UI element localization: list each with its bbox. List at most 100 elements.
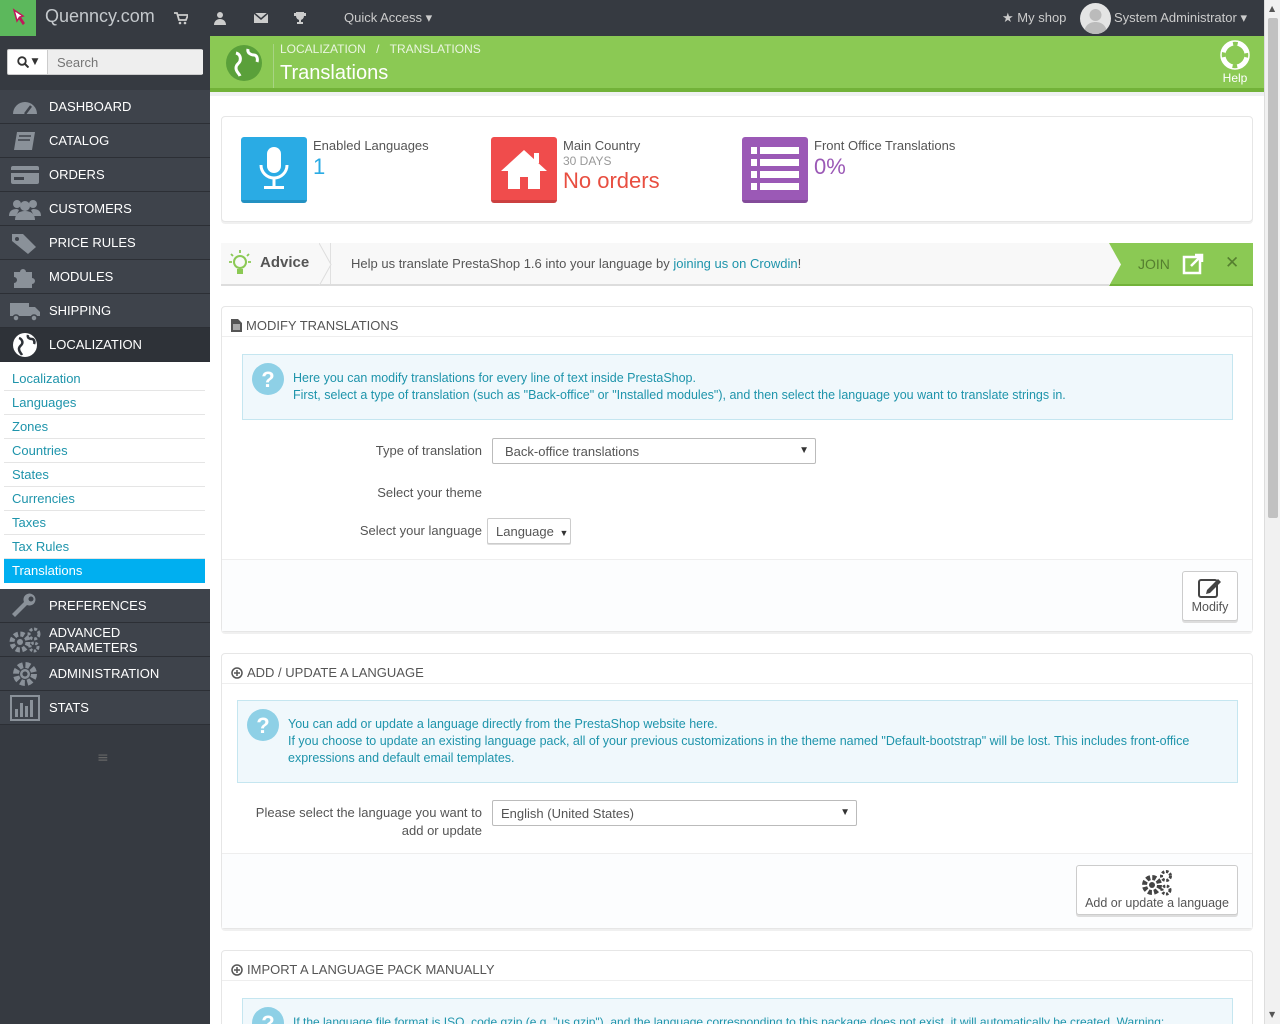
caret-down-icon: ▾ [425,10,433,25]
submenu-item-tax-rules[interactable]: Tax Rules [4,535,205,559]
scrollbar-thumb[interactable] [1268,18,1278,518]
my-shop-link[interactable]: ★ My shop [1002,10,1066,26]
add-update-language-button[interactable]: Add or update a language [1076,865,1238,915]
menu-item-price-rules[interactable]: PRICE RULES [0,226,210,260]
shop-name-link[interactable]: Quenncy.com [45,6,155,27]
globe-icon [0,328,49,362]
user-menu-dropdown[interactable]: System Administrator ▾ [1114,10,1247,26]
submenu-item-localization[interactable]: Localization [4,367,205,391]
advice-message: Help us translate PrestaShop 1.6 into yo… [351,256,801,271]
question-icon: ? [252,363,284,395]
info-alert: ? Here you can modify translations for e… [242,354,1233,420]
trophy-icon[interactable] [293,11,307,25]
info-text: You can add or update a language directl… [288,717,718,731]
menu-item-orders[interactable]: ORDERS [0,158,210,192]
menu-item-dashboard[interactable]: DASHBOARD [0,90,210,124]
join-button[interactable]: JOIN ✕ [1109,243,1253,286]
info-text: Here you can modify translations for eve… [293,371,696,385]
customer-icon[interactable] [213,11,227,25]
scroll-down-icon[interactable]: ▼ [1269,1010,1275,1019]
scroll-up-icon[interactable]: ▲ [1269,4,1275,13]
truck-icon [0,294,49,328]
quick-access-dropdown[interactable]: Quick Access ▾ [344,10,432,26]
avatar[interactable] [1080,3,1111,34]
plus-circle-icon [231,963,243,976]
question-icon: ? [247,709,279,741]
prestashop-logo-icon[interactable] [0,0,36,36]
menu-label: STATS [49,700,89,715]
menu-item-shipping[interactable]: SHIPPING [0,294,210,328]
menu-item-stats[interactable]: STATS [0,691,210,725]
envelope-icon[interactable] [253,11,269,25]
caret-down-icon: ▼ [799,445,809,456]
quick-access-label: Quick Access [344,10,423,25]
join-arrow [1109,243,1121,286]
breadcrumb: LOCALIZATION / TRANSLATIONS [280,42,481,56]
collapse-menu-icon[interactable]: ≡ [97,750,111,766]
panel-heading-text: ADD / UPDATE A LANGUAGE [247,665,424,680]
submenu-item-zones[interactable]: Zones [4,415,205,439]
localization-submenu: Localization Languages Zones Countries S… [0,362,210,589]
kpi-title: Main Country [563,138,641,153]
breadcrumb-localization[interactable]: LOCALIZATION [280,42,366,56]
caret-down-icon: ▼ [31,57,39,67]
kpi-main-country[interactable]: Main Country 30 DAYS No orders [491,137,660,203]
modify-button[interactable]: Modify [1182,571,1238,621]
submenu-item-currencies[interactable]: Currencies [4,487,205,511]
breadcrumb-translations[interactable]: TRANSLATIONS [390,42,481,56]
caret-down-icon: ▼ [840,807,850,818]
language-to-add-select[interactable]: English (United States) ▼ [492,800,857,826]
menu-label: PREFERENCES [49,598,147,613]
crowdin-link[interactable]: joining us on Crowdin [673,256,797,271]
submenu-item-taxes[interactable]: Taxes [4,511,205,535]
menu-item-modules[interactable]: MODULES [0,260,210,294]
submenu-item-languages[interactable]: Languages [4,391,205,415]
help-label: Help [1222,71,1248,85]
edit-icon [1198,579,1221,598]
type-of-translation-select[interactable]: Back-office translations ▼ [492,438,816,464]
page-scrollbar[interactable]: ▲ ▼ [1264,0,1280,1024]
button-label: Modify [1191,600,1229,614]
kpi-value: 1 [313,154,326,179]
page-title: Translations [280,62,389,84]
menu-item-customers[interactable]: CUSTOMERS [0,192,210,226]
help-button[interactable]: Help [1218,40,1252,85]
users-icon [0,192,49,226]
cart-icon[interactable] [174,11,190,25]
add-update-language-panel: ADD / UPDATE A LANGUAGE ? You can add or… [221,653,1253,929]
search-type-button[interactable]: ▼ [8,50,48,74]
join-label: JOIN [1138,256,1170,272]
kpi-value: 0% [814,154,846,179]
menu-item-localization[interactable]: LOCALIZATION [0,328,210,362]
advice-arrow [319,243,332,286]
microphone-icon [241,137,307,203]
advice-text-end: ! [797,256,802,271]
menu-item-catalog[interactable]: CATALOG [0,124,210,158]
panel-heading-text: IMPORT A LANGUAGE PACK MANUALLY [247,962,495,977]
kpi-enabled-languages[interactable]: Enabled Languages 1 [241,137,429,203]
menu-label: ADMINISTRATION [49,666,160,681]
search-icon [16,56,29,68]
close-icon[interactable]: ✕ [1225,253,1239,273]
info-text: If you choose to update an existing lang… [288,734,1190,748]
tags-icon [0,226,49,260]
label-line: Please select the language you want to [255,805,482,820]
user-name: System Administrator [1114,10,1237,25]
language-dropdown-button[interactable]: Language ▼ [487,518,571,544]
search-input[interactable] [48,50,203,74]
menu-item-preferences[interactable]: PREFERENCES [0,589,210,623]
submenu-item-states[interactable]: States [4,463,205,487]
my-shop-label: My shop [1017,10,1067,25]
panel-footer: Add or update a language [222,853,1252,928]
menu-item-administration[interactable]: ADMINISTRATION [0,657,210,691]
import-language-pack-panel: IMPORT A LANGUAGE PACK MANUALLY ? If the… [221,950,1253,1024]
modify-translations-panel: MODIFY TRANSLATIONS ? Here you can modif… [221,306,1253,632]
menu-item-advanced-parameters[interactable]: ADVANCED PARAMETERS [0,623,210,657]
question-icon: ? [252,1007,284,1024]
cogs-icon [0,623,49,657]
submenu-item-countries[interactable]: Countries [4,439,205,463]
submenu-item-translations[interactable]: Translations [4,559,205,583]
select-value: English (United States) [501,806,634,821]
kpi-front-office-translations[interactable]: Front Office Translations 0% [742,137,955,203]
menu-label: LOCALIZATION [49,337,142,352]
